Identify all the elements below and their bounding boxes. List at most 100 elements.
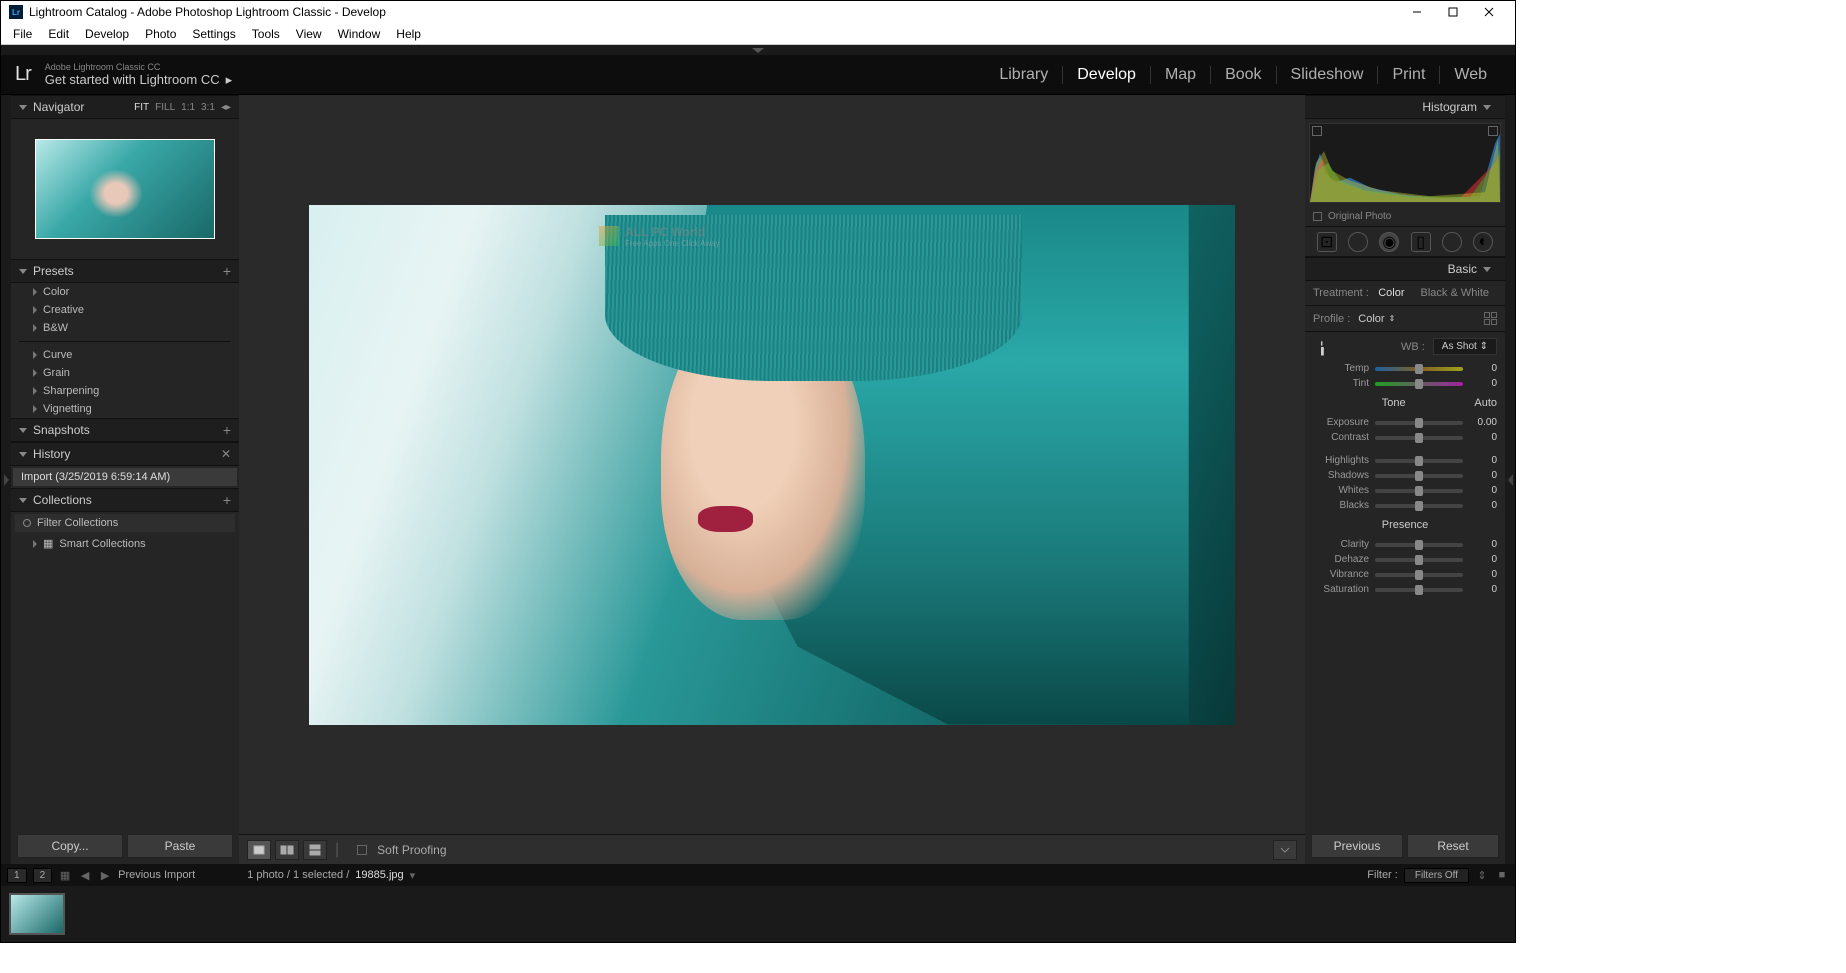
right-panel-collapse[interactable] bbox=[1505, 95, 1515, 864]
top-collapse-strip[interactable] bbox=[1, 45, 1515, 55]
vibrance-slider[interactable]: Vibrance0 bbox=[1305, 567, 1505, 582]
preset-grain[interactable]: Grain bbox=[11, 364, 239, 382]
add-snapshot-button[interactable]: + bbox=[223, 422, 231, 438]
menu-photo[interactable]: Photo bbox=[137, 27, 184, 41]
source-label[interactable]: Previous Import bbox=[118, 869, 195, 881]
menu-develop[interactable]: Develop bbox=[77, 27, 137, 41]
monitor-2-button[interactable]: 2 bbox=[33, 868, 53, 883]
zoom-1to1[interactable]: 1:1 bbox=[181, 102, 195, 113]
close-button[interactable] bbox=[1471, 1, 1507, 23]
monitor-1-button[interactable]: 1 bbox=[7, 868, 27, 883]
radial-tool[interactable] bbox=[1442, 232, 1462, 252]
filename-dropdown-icon[interactable]: ▾ bbox=[410, 869, 416, 882]
filter-collections-input[interactable]: Filter Collections bbox=[15, 514, 235, 532]
spot-tool[interactable] bbox=[1348, 232, 1368, 252]
minimize-button[interactable] bbox=[1399, 1, 1435, 23]
module-web[interactable]: Web bbox=[1440, 66, 1501, 84]
maximize-button[interactable] bbox=[1435, 1, 1471, 23]
saturation-slider[interactable]: Saturation0 bbox=[1305, 582, 1505, 597]
menu-window[interactable]: Window bbox=[330, 27, 389, 41]
module-develop[interactable]: Develop bbox=[1063, 66, 1151, 84]
crop-tool[interactable]: ⊡ bbox=[1317, 232, 1337, 252]
basic-header[interactable]: Basic bbox=[1305, 257, 1505, 281]
loupe-view-button[interactable] bbox=[247, 840, 271, 860]
wb-select[interactable]: As Shot ⇕ bbox=[1433, 338, 1497, 355]
auto-tone-button[interactable]: Auto bbox=[1474, 397, 1497, 409]
menu-view[interactable]: View bbox=[288, 27, 330, 41]
histogram-display[interactable] bbox=[1309, 123, 1501, 203]
nav-fwd-icon[interactable]: ▶ bbox=[98, 868, 112, 882]
profile-browser-icon[interactable] bbox=[1484, 312, 1497, 325]
shadows-slider[interactable]: Shadows0 bbox=[1305, 468, 1505, 483]
copy-button[interactable]: Copy... bbox=[17, 834, 123, 858]
exposure-slider[interactable]: Exposure0.00 bbox=[1305, 415, 1505, 430]
treatment-bw[interactable]: Black & White bbox=[1413, 285, 1497, 301]
presets-header[interactable]: Presets + bbox=[11, 259, 239, 283]
module-slideshow[interactable]: Slideshow bbox=[1277, 66, 1379, 84]
toolbar-chevron-icon[interactable] bbox=[1273, 840, 1297, 860]
preset-bw[interactable]: B&W bbox=[11, 319, 239, 337]
module-map[interactable]: Map bbox=[1151, 66, 1211, 84]
menu-file[interactable]: File bbox=[5, 27, 40, 41]
brush-tool[interactable]: ◐ bbox=[1473, 232, 1493, 252]
add-collection-button[interactable]: + bbox=[223, 492, 231, 508]
original-photo-toggle[interactable]: Original Photo bbox=[1305, 207, 1505, 227]
navigator-preview[interactable] bbox=[11, 119, 239, 259]
menu-tools[interactable]: Tools bbox=[244, 27, 288, 41]
smart-collections[interactable]: ▦Smart Collections bbox=[11, 534, 239, 553]
zoom-fit[interactable]: FIT bbox=[134, 102, 149, 113]
image-canvas[interactable]: ALL PC WorldFree Apps One Click Away bbox=[239, 95, 1305, 834]
whites-slider[interactable]: Whites0 bbox=[1305, 483, 1505, 498]
filter-dropdown-icon[interactable]: ⇕ bbox=[1475, 868, 1489, 882]
histogram-header[interactable]: Histogram bbox=[1305, 95, 1505, 119]
filter-lock-icon[interactable]: ■ bbox=[1495, 868, 1509, 882]
redeye-tool[interactable]: ◉ bbox=[1379, 232, 1399, 252]
add-preset-button[interactable]: + bbox=[223, 263, 231, 279]
preset-color[interactable]: Color bbox=[11, 283, 239, 301]
collections-header[interactable]: Collections + bbox=[11, 488, 239, 512]
soft-proofing-checkbox[interactable] bbox=[357, 845, 367, 855]
preset-sharpening[interactable]: Sharpening bbox=[11, 382, 239, 400]
filter-select[interactable]: Filters Off bbox=[1404, 868, 1469, 883]
previous-button[interactable]: Previous bbox=[1311, 834, 1403, 858]
profile-select[interactable]: Color ⇕ bbox=[1358, 313, 1395, 325]
navigator-header[interactable]: Navigator FIT FILL 1:1 3:1 ◂▸ bbox=[11, 95, 239, 119]
temp-slider[interactable]: Temp0 bbox=[1305, 361, 1505, 376]
highlight-clip-icon[interactable] bbox=[1488, 126, 1498, 136]
module-print[interactable]: Print bbox=[1378, 66, 1440, 84]
filename-label[interactable]: 19885.jpg bbox=[355, 869, 403, 881]
clear-history-button[interactable]: ✕ bbox=[221, 447, 231, 461]
zoom-more-icon[interactable]: ◂▸ bbox=[221, 102, 231, 113]
nav-back-icon[interactable]: ◀ bbox=[78, 868, 92, 882]
zoom-3to1[interactable]: 3:1 bbox=[201, 102, 215, 113]
menu-help[interactable]: Help bbox=[388, 27, 429, 41]
snapshots-header[interactable]: Snapshots + bbox=[11, 418, 239, 442]
clarity-slider[interactable]: Clarity0 bbox=[1305, 537, 1505, 552]
filmstrip-thumbnail[interactable] bbox=[9, 893, 65, 935]
menu-edit[interactable]: Edit bbox=[40, 27, 77, 41]
history-item[interactable]: Import (3/25/2019 6:59:14 AM) bbox=[13, 468, 237, 486]
blacks-slider[interactable]: Blacks0 bbox=[1305, 498, 1505, 513]
zoom-fill[interactable]: FILL bbox=[155, 102, 175, 113]
grid-icon[interactable]: ▦ bbox=[58, 868, 72, 882]
contrast-slider[interactable]: Contrast0 bbox=[1305, 430, 1505, 445]
preset-curve[interactable]: Curve bbox=[11, 346, 239, 364]
before-after-tb-button[interactable] bbox=[303, 840, 327, 860]
eyedropper-icon[interactable] bbox=[1310, 335, 1333, 358]
header-title[interactable]: Get started with Lightroom CC▸ bbox=[45, 72, 232, 88]
menu-settings[interactable]: Settings bbox=[184, 27, 243, 41]
highlights-slider[interactable]: Highlights0 bbox=[1305, 453, 1505, 468]
preset-vignetting[interactable]: Vignetting bbox=[11, 400, 239, 418]
paste-button[interactable]: Paste bbox=[127, 834, 233, 858]
preset-creative[interactable]: Creative bbox=[11, 301, 239, 319]
dehaze-slider[interactable]: Dehaze0 bbox=[1305, 552, 1505, 567]
history-header[interactable]: History ✕ bbox=[11, 442, 239, 466]
treatment-color[interactable]: Color bbox=[1370, 285, 1412, 301]
left-panel-collapse[interactable] bbox=[1, 95, 11, 864]
shadow-clip-icon[interactable] bbox=[1312, 126, 1322, 136]
before-after-lr-button[interactable] bbox=[275, 840, 299, 860]
tint-slider[interactable]: Tint0 bbox=[1305, 376, 1505, 391]
graduated-tool[interactable]: ▯ bbox=[1411, 232, 1431, 252]
module-library[interactable]: Library bbox=[985, 66, 1063, 84]
filmstrip[interactable] bbox=[1, 886, 1515, 942]
